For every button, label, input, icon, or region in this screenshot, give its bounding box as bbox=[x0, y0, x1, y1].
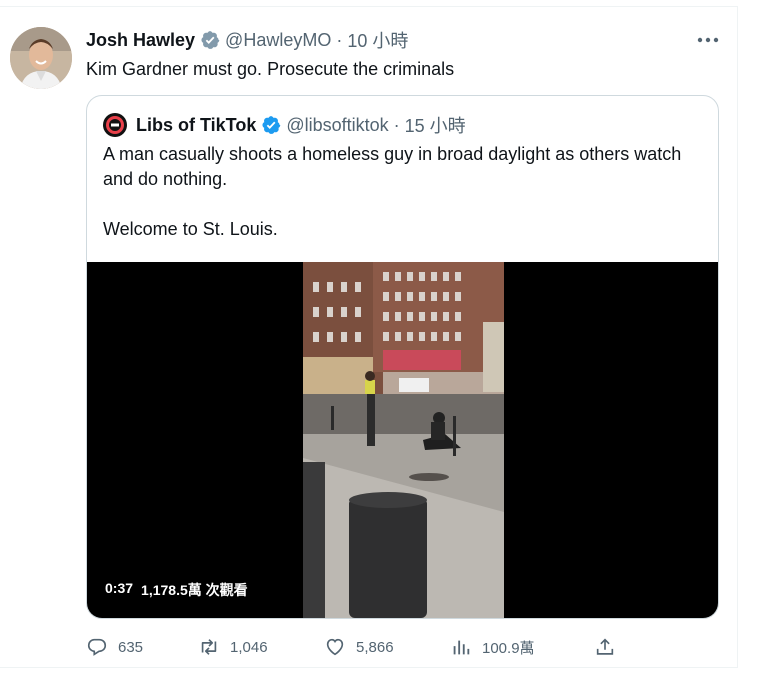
action-bar: 635 1,046 5,866 100.9萬 bbox=[86, 633, 646, 661]
like-icon bbox=[326, 638, 344, 656]
quoted-text-line: Welcome to St. Louis. bbox=[103, 219, 278, 239]
tweet-text: Kim Gardner must go. Prosecute the crimi… bbox=[86, 59, 455, 79]
quoted-time[interactable]: 15 小時 bbox=[405, 112, 466, 138]
quoted-text: A man casually shoots a homeless guy in … bbox=[103, 142, 693, 242]
tweet-card[interactable]: Josh Hawley @HawleyMO · 10 小時 Kim Gardne… bbox=[0, 6, 738, 668]
quoted-author-name[interactable]: Libs of TikTok bbox=[136, 115, 256, 136]
quoted-tweet[interactable]: Libs of TikTok @libsoftiktok · 15 小時 A m… bbox=[86, 95, 719, 619]
verified-icon bbox=[262, 116, 281, 134]
share-icon bbox=[596, 638, 614, 655]
more-icon[interactable] bbox=[694, 29, 722, 51]
avatar-photo bbox=[10, 27, 72, 89]
retweet-button[interactable]: 1,046 bbox=[198, 633, 268, 661]
reply-icon bbox=[87, 638, 107, 656]
like-button[interactable]: 5,866 bbox=[324, 633, 394, 661]
views-button[interactable]: 100.9萬 bbox=[450, 633, 535, 661]
quoted-header: Libs of TikTok @libsoftiktok · 15 小時 bbox=[103, 112, 466, 138]
separator-dot: · bbox=[393, 114, 400, 135]
reply-button[interactable]: 635 bbox=[86, 633, 143, 661]
views-icon bbox=[453, 640, 470, 655]
author-handle[interactable]: @HawleyMO bbox=[225, 30, 331, 51]
like-count: 5,866 bbox=[356, 638, 394, 656]
separator-dot: · bbox=[336, 29, 343, 50]
avatar[interactable] bbox=[10, 27, 72, 89]
video-player[interactable]: 0:37 1,178.5萬 次觀看 bbox=[87, 262, 718, 618]
view-count: 100.9萬 bbox=[482, 639, 535, 657]
tweet-header: Josh Hawley @HawleyMO · 10 小時 bbox=[86, 27, 408, 53]
quoted-text-line: A man casually shoots a homeless guy in … bbox=[103, 144, 682, 189]
video-frame bbox=[303, 262, 504, 618]
libs-logo-icon bbox=[106, 116, 124, 134]
share-button[interactable] bbox=[594, 633, 616, 661]
reply-count: 635 bbox=[118, 638, 144, 656]
author-name[interactable]: Josh Hawley bbox=[86, 30, 195, 51]
retweet-count: 1,046 bbox=[230, 638, 268, 656]
video-duration: 0:37 bbox=[105, 580, 134, 596]
tweet-time[interactable]: 10 小時 bbox=[347, 27, 408, 53]
retweet-icon bbox=[201, 639, 217, 655]
video-info: 0:37 1,178.5萬 次觀看 bbox=[105, 580, 248, 600]
quoted-avatar[interactable] bbox=[103, 113, 127, 137]
quoted-handle[interactable]: @libsoftiktok bbox=[286, 115, 388, 136]
verified-icon bbox=[201, 31, 220, 49]
video-views: 1,178.5萬 次觀看 bbox=[141, 582, 248, 598]
